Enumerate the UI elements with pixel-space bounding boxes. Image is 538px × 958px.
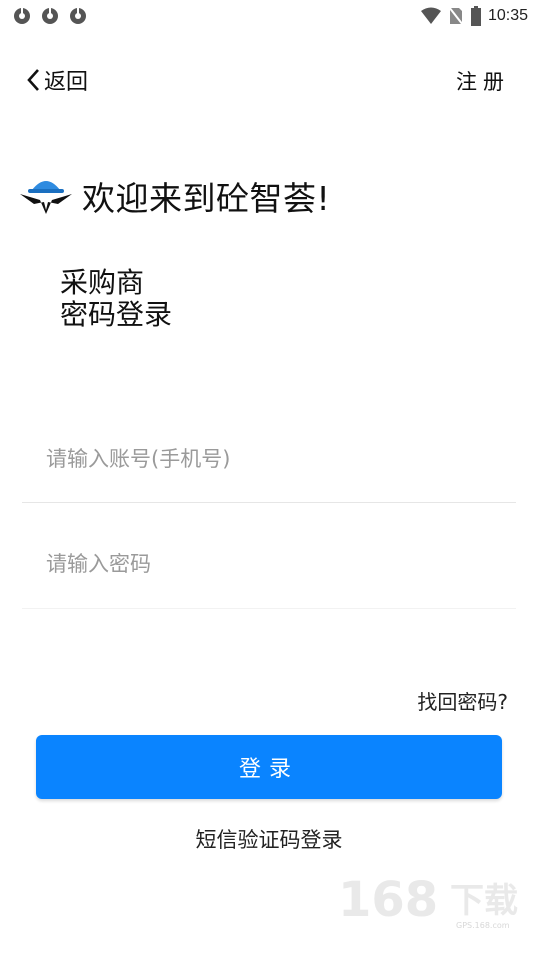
register-button[interactable]: 注册 <box>456 66 510 96</box>
password-field <box>22 519 516 609</box>
top-nav: 返回 注册 <box>0 58 538 102</box>
status-left-icons <box>0 6 88 26</box>
login-mode-block: 采购商 密码登录 <box>60 267 172 331</box>
helmet-eagle-logo-icon <box>18 174 74 218</box>
watermark-logo: 168 下载 GPS.168.com <box>338 872 518 930</box>
login-mode-label: 密码登录 <box>60 298 173 331</box>
login-button[interactable]: 登录 <box>36 735 502 799</box>
app-icon <box>12 6 32 26</box>
wifi-icon <box>420 7 442 25</box>
svg-text:168: 168 <box>338 872 438 928</box>
welcome-banner: 欢迎来到砼智荟! <box>18 172 330 220</box>
account-input[interactable] <box>22 415 516 503</box>
password-input[interactable] <box>22 519 516 609</box>
chevron-left-icon <box>26 68 40 92</box>
battery-icon <box>470 6 482 26</box>
back-label: 返回 <box>44 70 89 95</box>
svg-text:GPS.168.com: GPS.168.com <box>456 921 510 930</box>
app-icon <box>68 6 88 26</box>
role-label: 采购商 <box>60 266 145 299</box>
status-bar: 10:35 <box>0 0 538 32</box>
status-time: 10:35 <box>487 7 528 24</box>
svg-text:下载: 下载 <box>450 881 518 921</box>
welcome-title: 欢迎来到砼智荟! <box>82 179 331 218</box>
sms-login-link[interactable]: 短信验证码登录 <box>0 824 538 854</box>
forgot-password-link[interactable]: 找回密码? <box>417 686 508 715</box>
app-icon <box>40 6 60 26</box>
status-right-icons: 10:35 <box>420 6 538 26</box>
sim-off-icon <box>448 6 464 26</box>
account-field <box>22 415 516 503</box>
back-button[interactable]: 返回 <box>26 64 88 96</box>
watermark: 168 下载 GPS.168.com <box>338 872 528 936</box>
